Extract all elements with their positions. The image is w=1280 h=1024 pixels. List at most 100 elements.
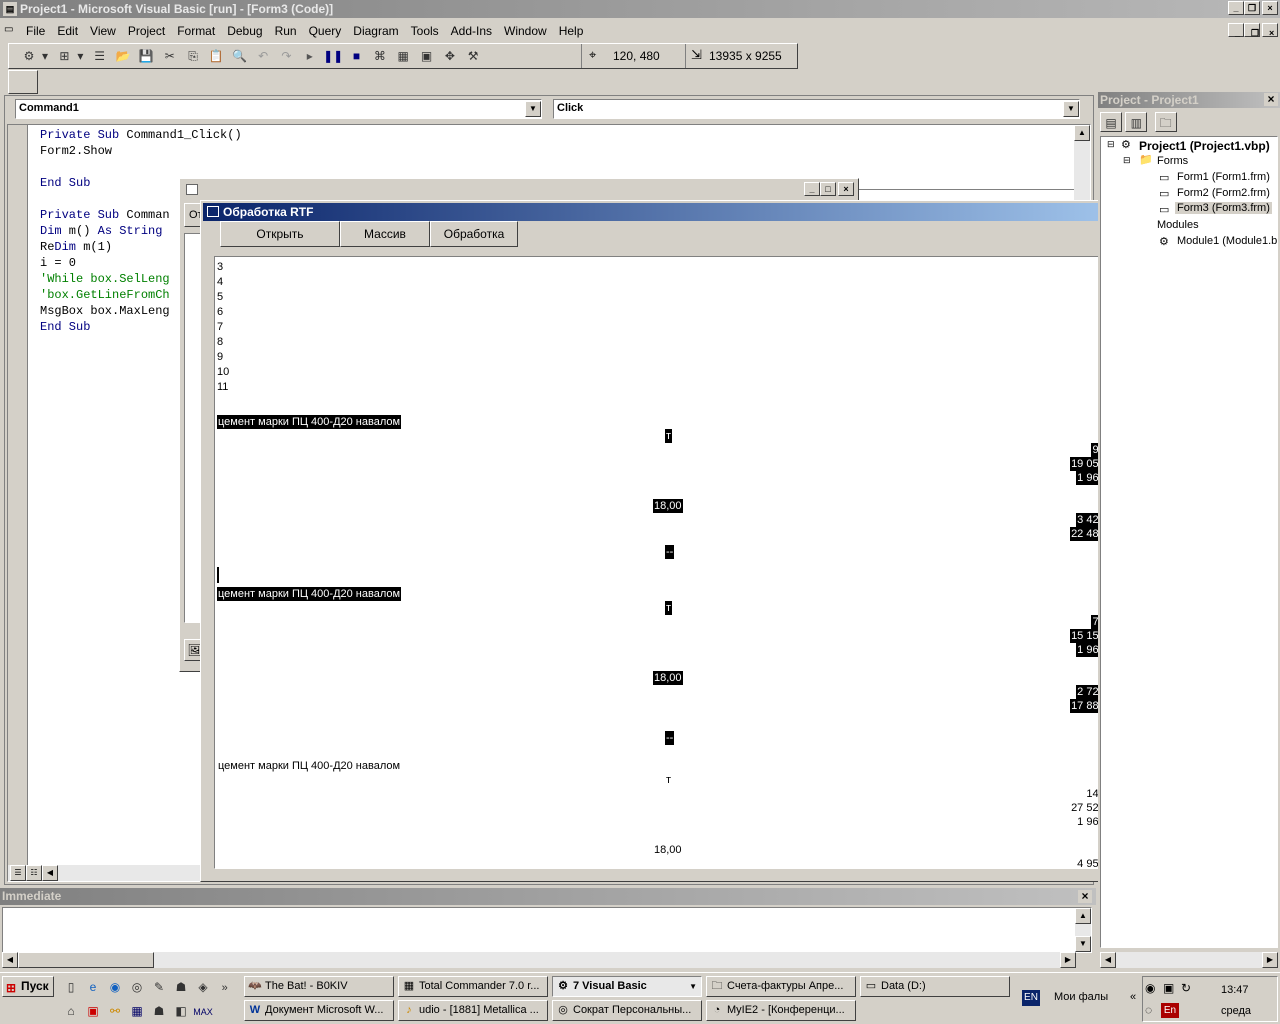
forms-folder[interactable]: Forms bbox=[1157, 155, 1188, 167]
immediate-scroll-left-icon[interactable]: ◀ bbox=[2, 952, 18, 968]
quick-launch-icon[interactable]: ☗ bbox=[170, 977, 192, 997]
open-icon[interactable]: 📂 bbox=[113, 46, 133, 66]
immediate-scroll-thumb[interactable] bbox=[18, 952, 154, 968]
menu-view[interactable]: View bbox=[84, 22, 122, 40]
menu-help[interactable]: Help bbox=[553, 22, 590, 40]
add-form-icon[interactable]: ⊞ bbox=[54, 46, 74, 66]
project-scroll-left-icon[interactable]: ◀ bbox=[1100, 952, 1116, 968]
task-audio-player[interactable]: ♪ udio - [1881] Metallica ... bbox=[398, 1000, 548, 1021]
tray-sync-icon[interactable]: ↻ bbox=[1181, 981, 1191, 995]
my-files-toolbar[interactable]: Мои фалы bbox=[1054, 991, 1108, 1003]
task-visual-basic-group[interactable]: ⚙ 7 Visual Basic ▼ bbox=[552, 976, 702, 997]
quick-launch-icon[interactable]: ☗ bbox=[148, 1001, 170, 1021]
immediate-close-icon[interactable]: × bbox=[1078, 890, 1092, 903]
quick-launch-icon[interactable]: MAX bbox=[192, 1002, 214, 1022]
redo-icon[interactable]: ↷ bbox=[276, 46, 296, 66]
project-horizontal-scrollbar[interactable]: ◀ ▶ bbox=[1100, 952, 1278, 968]
menu-query[interactable]: Query bbox=[303, 22, 348, 40]
quick-launch-icon[interactable]: ▯ bbox=[60, 977, 82, 997]
open-button[interactable]: Открыть bbox=[220, 221, 340, 247]
paste-icon[interactable]: 📋 bbox=[206, 46, 226, 66]
object-browser-icon[interactable]: ✥ bbox=[440, 46, 460, 66]
quick-launch-icon[interactable]: ◎ bbox=[126, 977, 148, 997]
quick-launch-icon[interactable]: ⚯ bbox=[104, 1001, 126, 1021]
code-line[interactable]: Private Sub Command1_Click() bbox=[40, 127, 242, 143]
immediate-scroll-up-icon[interactable]: ▲ bbox=[1075, 908, 1091, 924]
task-the-bat[interactable]: 🦇 The Bat! - B0KIV bbox=[244, 976, 394, 997]
find-icon[interactable]: 🔍 bbox=[230, 46, 250, 66]
tray-network-icon[interactable]: ◉ bbox=[1145, 981, 1155, 995]
rtf-textbox[interactable]: 3 4 5 6 7 8 9 10 11 цемент марки ПЦ 400-Д20 нава… bbox=[214, 256, 1140, 869]
toggle-folders-icon[interactable]: 🗀 bbox=[1154, 112, 1177, 132]
quick-launch-icon[interactable]: ✎ bbox=[148, 977, 170, 997]
view-code-icon[interactable]: ▤ bbox=[1100, 112, 1122, 132]
immediate-horizontal-scrollbar[interactable]: ◀ ▶ bbox=[2, 952, 1076, 968]
menu-project[interactable]: Project bbox=[122, 22, 171, 40]
immediate-vertical-scrollbar[interactable]: ▲ ▼ bbox=[1075, 908, 1091, 952]
tree-module1[interactable]: Module1 (Module1.bas) bbox=[1177, 235, 1277, 247]
procedure-view-icon[interactable]: ☰ bbox=[10, 865, 26, 881]
quick-launch-icon[interactable]: ◉ bbox=[104, 977, 126, 997]
copy-icon[interactable]: ⎘ bbox=[183, 46, 203, 66]
scroll-up-icon[interactable]: ▲ bbox=[1074, 125, 1090, 141]
ie-icon[interactable]: e bbox=[82, 977, 104, 997]
menu-editor-icon[interactable]: ☰ bbox=[90, 46, 110, 66]
project-explorer-icon[interactable]: ⌘ bbox=[370, 46, 390, 66]
menu-diagram[interactable]: Diagram bbox=[347, 22, 404, 40]
form2-close-button[interactable]: × bbox=[838, 182, 854, 196]
dropdown-icon[interactable]: ▾ bbox=[39, 46, 51, 66]
save-icon[interactable]: 💾 bbox=[136, 46, 156, 66]
task-myie2[interactable]: ◔ MyIE2 - [Конференци... bbox=[706, 1000, 856, 1021]
quick-launch-icon[interactable]: ▣ bbox=[82, 1001, 104, 1021]
tree-form3-selected[interactable]: Form3 (Form3.frm) bbox=[1175, 202, 1272, 214]
full-module-view-icon[interactable]: ☷ bbox=[26, 865, 42, 881]
menu-edit[interactable]: Edit bbox=[51, 22, 84, 40]
code-line[interactable]: Form2.Show bbox=[40, 143, 242, 159]
menu-tools[interactable]: Tools bbox=[405, 22, 445, 40]
doc-minimize-button[interactable]: _ bbox=[1228, 23, 1244, 38]
clock-time[interactable]: 13:47 bbox=[1221, 984, 1249, 996]
quick-launch-icon[interactable]: ◈ bbox=[192, 977, 214, 997]
menu-run[interactable]: Run bbox=[269, 22, 303, 40]
process-button[interactable]: Обработка bbox=[430, 221, 518, 247]
menu-file[interactable]: File bbox=[20, 22, 51, 40]
menu-debug[interactable]: Debug bbox=[221, 22, 268, 40]
code-line[interactable] bbox=[40, 159, 242, 175]
doc-restore-button[interactable]: ❐ bbox=[1244, 23, 1260, 38]
project-root[interactable]: Project1 (Project1.vbp) bbox=[1139, 139, 1270, 153]
modules-folder[interactable]: Modules bbox=[1157, 219, 1199, 231]
task-total-commander[interactable]: ▦ Total Commander 7.0 r... bbox=[398, 976, 548, 997]
task-socrat[interactable]: ◎ Сократ Персональны... bbox=[552, 1000, 702, 1021]
tray-language[interactable]: En bbox=[1161, 1003, 1179, 1018]
tree-form2[interactable]: Form2 (Form2.frm) bbox=[1177, 187, 1270, 199]
array-button[interactable]: Массив bbox=[340, 221, 430, 247]
properties-icon[interactable]: ▦ bbox=[393, 46, 413, 66]
toolbar-more-icon[interactable]: « bbox=[1130, 991, 1136, 1003]
form-layout-icon[interactable]: ▣ bbox=[417, 46, 437, 66]
procedure-combo[interactable]: Click ▼ bbox=[553, 99, 1080, 119]
pause-icon[interactable]: ❚❚ bbox=[323, 46, 343, 66]
form2-maximize-button[interactable]: □ bbox=[820, 182, 836, 196]
object-combo-arrow-icon[interactable]: ▼ bbox=[525, 101, 541, 117]
object-combo[interactable]: Command1 ▼ bbox=[15, 99, 542, 119]
stop-icon[interactable]: ■ bbox=[346, 46, 366, 66]
quick-launch-icon[interactable]: ▦ bbox=[126, 1001, 148, 1021]
menu-window[interactable]: Window bbox=[498, 22, 553, 40]
quick-launch-more-icon[interactable]: » bbox=[218, 978, 232, 998]
menu-format[interactable]: Format bbox=[171, 22, 221, 40]
form2-minimize-button[interactable]: _ bbox=[804, 182, 820, 196]
tray-chat-icon[interactable]: ◌ bbox=[1145, 1003, 1152, 1017]
language-indicator[interactable]: EN bbox=[1022, 990, 1040, 1006]
add-project-icon[interactable]: ⚙ bbox=[19, 46, 39, 66]
toolbox-icon[interactable]: ⚒ bbox=[463, 46, 483, 66]
dropdown-icon-2[interactable]: ▾ bbox=[74, 46, 86, 66]
procedure-combo-arrow-icon[interactable]: ▼ bbox=[1063, 101, 1079, 117]
collapse-forms-icon[interactable]: ⊟ bbox=[1123, 155, 1131, 166]
view-object-icon[interactable]: ▥ bbox=[1125, 112, 1148, 132]
task-invoices-folder[interactable]: 🗀 Счета-фактуры Апре... bbox=[706, 976, 856, 997]
task-data-drive[interactable]: ▭ Data (D:) bbox=[860, 976, 1010, 997]
minimize-button[interactable]: _ bbox=[1228, 1, 1244, 15]
menu-add-ins[interactable]: Add-Ins bbox=[445, 22, 498, 40]
quick-launch-icon[interactable]: ⌂ bbox=[60, 1001, 82, 1021]
cut-icon[interactable]: ✂ bbox=[160, 46, 180, 66]
